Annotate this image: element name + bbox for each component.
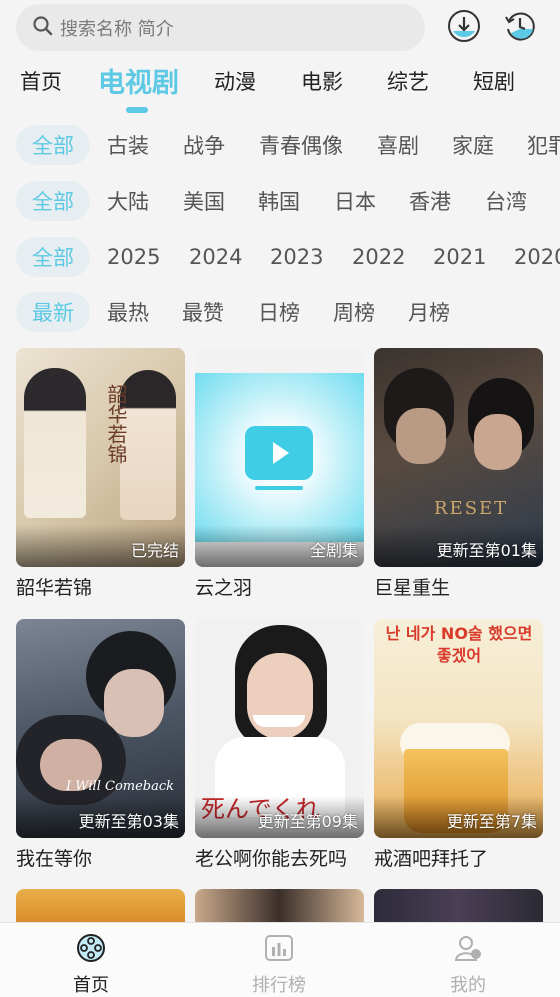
year-chip[interactable]: 2021 [433,237,486,277]
search-placeholder: 搜索名称 简介 [60,18,174,40]
genre-chip[interactable]: 青春偶像 [259,125,343,165]
region-chip-all[interactable]: 全部 [16,181,90,221]
tab-movie[interactable]: 电影 [301,66,343,96]
video-card[interactable] [195,889,364,923]
nav-label: 我的 [450,975,486,996]
sort-chip[interactable]: 最赞 [182,292,224,332]
sort-chip[interactable]: 周榜 [333,292,375,332]
year-chip[interactable]: 2025 [107,237,160,277]
video-title: 云之羽 [195,577,253,599]
profile-icon [451,931,485,965]
poster-title-text: 韶华若锦 [104,384,128,464]
download-icon [447,9,481,47]
poster-title-text: I Will Comeback [66,779,175,794]
genre-chip[interactable]: 家庭 [452,125,494,165]
search-row: 搜索名称 简介 [16,4,544,52]
video-card[interactable] [16,889,185,923]
bottom-nav: 首页 排行榜 我的 [0,922,560,997]
sort-chip[interactable]: 最热 [107,292,149,332]
tab-indicator [126,107,148,113]
tab-tv-series[interactable]: 电视剧 [98,61,179,100]
tab-variety[interactable]: 综艺 [387,66,429,96]
video-title: 老公啊你能去死吗 [195,848,348,870]
ranking-icon [262,931,296,965]
history-button[interactable] [502,10,538,46]
video-card[interactable]: 全剧集 云之羽 [195,348,364,600]
region-chip[interactable]: 香港 [409,181,451,221]
region-chip[interactable]: 美国 [183,181,225,221]
video-card[interactable]: 난 네가 NO술 했으면 좋겠어 更新至第7集 戒酒吧拜托了 [374,619,543,871]
tab-short-drama[interactable]: 短剧 [473,66,515,96]
poster-image: 韶华若锦 已完结 [16,348,185,567]
film-reel-icon [74,931,108,965]
poster-image: 난 네가 NO술 했으면 좋겠어 更新至第7集 [374,619,543,838]
sort-chip-latest[interactable]: 最新 [16,292,90,332]
episode-badge: 更新至第01集 [436,541,537,560]
video-title: 我在等你 [16,848,93,870]
video-title: 韶华若锦 [16,577,93,599]
year-chip-all[interactable]: 全部 [16,237,90,277]
year-chip[interactable]: 2022 [352,237,405,277]
year-chip[interactable]: 2020 [514,237,560,277]
year-chip[interactable]: 2024 [189,237,242,277]
video-title: 巨星重生 [374,577,451,599]
poster-image: RESET 更新至第01集 [374,348,543,567]
episode-badge: 已完结 [130,541,179,560]
sort-chip[interactable]: 日榜 [258,292,300,332]
video-card[interactable]: I Will Comeback 更新至第03集 我在等你 [16,619,185,871]
nav-label: 排行榜 [252,975,306,996]
genre-chip-all[interactable]: 全部 [16,125,90,165]
poster-image-partial [16,889,185,923]
episode-badge: 更新至第03集 [78,812,179,831]
poster-image: 死んでくれ 更新至第09集 [195,619,364,838]
episode-badge: 更新至第7集 [446,812,537,831]
download-button[interactable] [446,10,482,46]
poster-title-text: RESET [434,498,509,519]
region-chip[interactable]: 台湾 [485,181,527,221]
year-filter-row: 全部 2025 2024 2023 2022 2021 2020 [0,237,560,277]
search-input[interactable]: 搜索名称 简介 [16,4,425,51]
sort-filter-row: 最新 最热 最赞 日榜 周榜 月榜 [0,292,560,332]
region-chip[interactable]: 大陆 [107,181,149,221]
poster-image-partial [374,889,543,923]
poster-title-text: 난 네가 NO술 했으면 좋겠어 [385,624,533,665]
search-icon [32,15,54,41]
region-chip[interactable]: 日本 [334,181,376,221]
nav-home[interactable]: 首页 [31,931,151,997]
year-chip[interactable]: 2023 [270,237,323,277]
sort-chip[interactable]: 月榜 [408,292,450,332]
video-card[interactable] [374,889,543,923]
history-icon [503,9,537,47]
video-card[interactable]: 韶华若锦 已完结 韶华若锦 [16,348,185,600]
genre-chip[interactable]: 犯罪 [527,125,560,165]
nav-label: 首页 [73,975,109,996]
poster-image-partial [195,889,364,923]
main-tabs: 首页 电视剧 动漫 电影 综艺 短剧 [0,58,560,118]
poster-image: I Will Comeback 更新至第03集 [16,619,185,838]
genre-filter-row: 全部 古装 战争 青春偶像 喜剧 家庭 犯罪 [0,125,560,165]
genre-chip[interactable]: 喜剧 [377,125,419,165]
episode-badge: 全剧集 [309,541,358,560]
nav-ranking[interactable]: 排行榜 [219,931,339,997]
genre-chip[interactable]: 战争 [183,125,225,165]
region-chip[interactable]: 韩国 [258,181,300,221]
region-filter-row: 全部 大陆 美国 韩国 日本 香港 台湾 [0,181,560,221]
poster-placeholder: 全剧集 [195,348,364,567]
episode-badge: 更新至第09集 [257,812,358,831]
video-card[interactable]: RESET 更新至第01集 巨星重生 [374,348,543,600]
video-title: 戒酒吧拜托了 [374,848,489,870]
nav-profile[interactable]: 我的 [408,931,528,997]
video-card[interactable]: 死んでくれ 更新至第09集 老公啊你能去死吗 [195,619,364,871]
tab-anime[interactable]: 动漫 [214,66,256,96]
tab-home[interactable]: 首页 [20,66,62,96]
genre-chip[interactable]: 古装 [107,125,149,165]
play-icon [245,426,313,480]
